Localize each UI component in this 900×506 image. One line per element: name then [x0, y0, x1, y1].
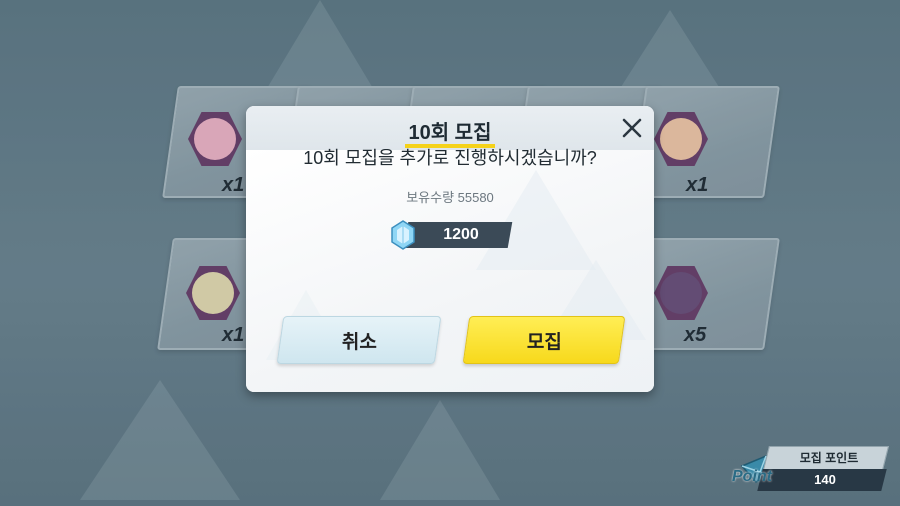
confirm-button[interactable]: 모집 — [462, 316, 626, 364]
confirm-question: 10회 모집을 추가로 진행하시겠습니까? — [303, 148, 597, 168]
point-label: 모집 포인트 — [799, 451, 859, 465]
owned-amount: 보유수량 55580 — [406, 190, 494, 205]
point-value: 140 — [814, 472, 836, 487]
confirm-dialog: 10회 모집 10회 모집을 추가로 진행하시겠습니까? 보유수량 55580 … — [246, 106, 654, 392]
close-button[interactable] — [618, 114, 646, 142]
cancel-button[interactable]: 취소 — [276, 316, 442, 364]
cost-value: 1200 — [443, 226, 479, 243]
confirm-label: 모집 — [526, 331, 562, 353]
point-icon-text: Point — [732, 468, 772, 485]
cancel-label: 취소 — [341, 331, 377, 353]
recruit-point-panel: 모집 포인트 140 Point — [732, 446, 890, 494]
dialog-title: 10회 모집 — [408, 122, 492, 144]
close-icon — [622, 118, 642, 138]
